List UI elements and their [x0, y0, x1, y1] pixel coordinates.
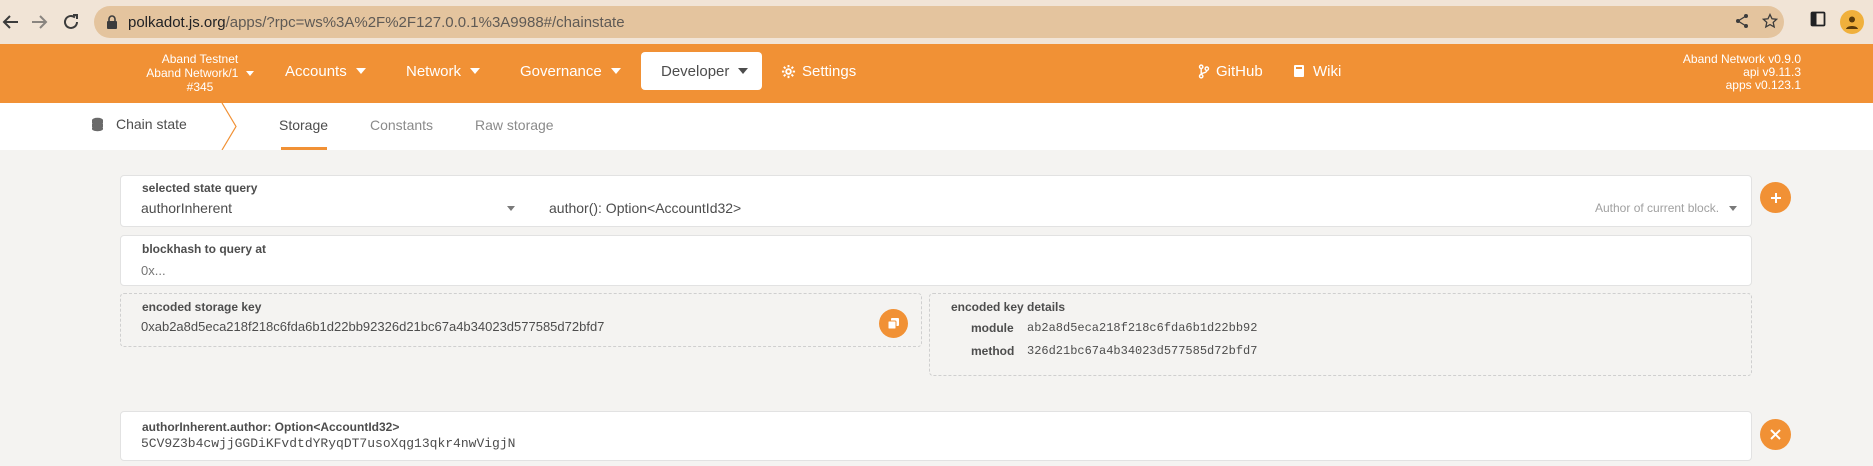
url-host: polkadot.js.org — [128, 13, 226, 31]
address-bar[interactable]: polkadot.js.org/apps/?rpc=ws%3A%2F%2F127… — [94, 6, 1784, 38]
close-icon — [1770, 429, 1781, 440]
chevron-down-icon[interactable] — [507, 206, 515, 211]
query-result: authorInherent.author: Option<AccountId3… — [120, 411, 1752, 461]
sidepanel-icon[interactable] — [1810, 11, 1826, 32]
link-wiki-label: Wiki — [1313, 62, 1342, 80]
section-title-chain-state: Chain state — [116, 116, 187, 132]
profile-icon[interactable] — [1840, 10, 1864, 34]
encoded-key-details-label: encoded key details — [951, 300, 1066, 314]
menu-network[interactable]: Network — [406, 52, 481, 90]
breadcrumb-separator — [221, 103, 237, 150]
tab-storage[interactable]: Storage — [279, 117, 328, 133]
back-arrow-icon[interactable] — [0, 11, 22, 33]
blockhash-field: blockhash to query at — [120, 235, 1752, 286]
chevron-down-icon — [355, 68, 366, 74]
plus-icon — [1770, 192, 1781, 203]
state-query-label: selected state query — [142, 181, 258, 195]
module-hash: ab2a8d5eca218f218c6fda6b1d22bb92 — [1027, 321, 1258, 335]
chain-selector[interactable]: Aband Testnet Aband Network/1 #345 — [140, 52, 260, 94]
chain-network-row: Aband Network/1 — [140, 66, 260, 80]
method-select[interactable]: author(): Option<AccountId32> — [549, 200, 741, 216]
module-label: module — [971, 321, 1014, 335]
chain-network: Aband Network/1 — [146, 66, 239, 80]
chevron-down-icon — [610, 68, 621, 74]
gear-icon — [781, 64, 796, 79]
query-result-label: authorInherent.author: Option<AccountId3… — [142, 420, 400, 434]
chain-block: #345 — [186, 80, 214, 94]
chevron-down-icon — [470, 68, 481, 74]
menu-network-label: Network — [406, 62, 462, 80]
tab-constants[interactable]: Constants — [370, 117, 433, 133]
star-icon[interactable] — [1761, 12, 1779, 34]
lock-icon — [106, 15, 118, 34]
method-description: Author of current block. — [1595, 201, 1720, 215]
link-github[interactable]: GitHub — [1198, 52, 1263, 90]
database-icon — [91, 117, 104, 137]
version-info: Aband Network v0.9.0 api v9.11.3 apps v0… — [1683, 53, 1801, 92]
state-query-selector: selected state query authorInherent auth… — [120, 175, 1752, 227]
menu-governance[interactable]: Governance — [520, 52, 621, 90]
encoded-key-details: encoded key details module ab2a8d5eca218… — [929, 293, 1752, 376]
chevron-down-icon — [738, 68, 749, 74]
encoded-storage-key: encoded storage key 0xab2a8d5eca218f218c… — [120, 293, 922, 347]
subnav: Chain state Storage Constants Raw storag… — [0, 103, 1873, 150]
menu-settings[interactable]: Settings — [781, 52, 856, 90]
reload-icon[interactable] — [60, 11, 82, 33]
module-select[interactable]: authorInherent — [141, 200, 232, 216]
code-branch-icon — [1198, 63, 1210, 79]
add-query-button[interactable] — [1760, 182, 1791, 213]
menu-accounts-label: Accounts — [285, 62, 347, 80]
share-icon[interactable] — [1734, 13, 1750, 34]
chevron-down-icon[interactable] — [1729, 206, 1737, 211]
blockhash-input[interactable] — [141, 260, 1721, 280]
copy-button[interactable] — [879, 309, 908, 338]
app-header: Aband Testnet Aband Network/1 #345 Accou… — [0, 44, 1873, 103]
url-path: /apps/?rpc=ws%3A%2F%2F127.0.0.1%3A9988#/… — [225, 13, 625, 31]
version-apps: apps v0.123.1 — [1725, 78, 1801, 92]
link-wiki[interactable]: Wiki — [1293, 52, 1341, 90]
encoded-storage-key-label: encoded storage key — [142, 300, 262, 314]
encoded-storage-key-value: 0xab2a8d5eca218f218c6fda6b1d22bb92326d21… — [141, 319, 605, 334]
link-github-label: GitHub — [1216, 62, 1263, 80]
menu-accounts[interactable]: Accounts — [285, 52, 366, 90]
tab-raw-storage[interactable]: Raw storage — [475, 117, 554, 133]
menu-governance-label: Governance — [520, 62, 602, 80]
menu-settings-label: Settings — [802, 62, 857, 80]
blockhash-label: blockhash to query at — [142, 242, 267, 256]
menu-developer[interactable]: Developer — [641, 52, 762, 90]
copy-icon — [887, 318, 899, 330]
menu-developer-label: Developer — [661, 62, 730, 80]
query-result-value: 5CV9Z3b4cwjjGGDiKFvdtdYRyqDT7usoXqg13qkr… — [141, 436, 516, 451]
chain-name: Aband Testnet — [161, 52, 239, 66]
forward-arrow-icon[interactable] — [28, 11, 50, 33]
browser-toolbar: polkadot.js.org/apps/?rpc=ws%3A%2F%2F127… — [0, 0, 1873, 44]
book-icon — [1293, 64, 1305, 78]
remove-result-button[interactable] — [1760, 419, 1791, 450]
method-hash: 326d21bc67a4b34023d577585d72bfd7 — [1027, 344, 1258, 358]
chevron-down-icon — [245, 71, 254, 77]
method-label: method — [971, 344, 1015, 358]
url-text: polkadot.js.org/apps/?rpc=ws%3A%2F%2F127… — [128, 14, 625, 31]
active-tab-indicator — [281, 147, 327, 150]
